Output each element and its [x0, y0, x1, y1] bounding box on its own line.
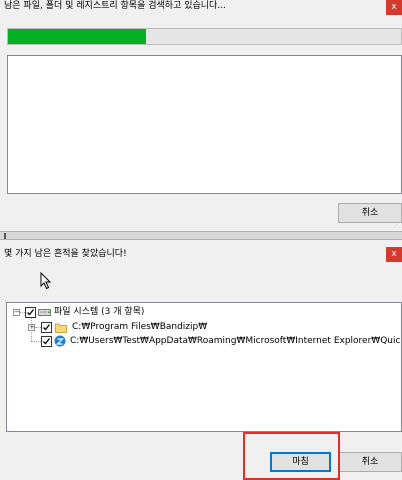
scan-progress-bar	[7, 28, 402, 45]
scan-dialog-title: 남은 파일, 폴더 및 레지스트리 항목을 검색하고 있습니다...	[4, 1, 226, 11]
result-dialog-title: 몇 가지 남은 흔적을 찾았습니다!	[4, 249, 127, 259]
folder-icon	[55, 323, 67, 333]
tree-item-label: C:₩Users₩Test₩AppData₩Roaming₩Microsoft₩…	[70, 336, 402, 346]
item-checkbox[interactable]	[41, 322, 52, 333]
result-dialog-close-button[interactable]: x	[386, 247, 402, 262]
leftover-tree-view[interactable]: − 파일 시스템 (3 개 항목) + C:₩Program Files₩Ban…	[6, 302, 402, 432]
scan-cancel-button[interactable]: 취소	[338, 203, 402, 223]
result-cancel-button[interactable]: 취소	[338, 452, 402, 472]
drive-icon	[38, 309, 51, 316]
item-checkbox[interactable]	[41, 336, 52, 347]
mouse-cursor-icon	[40, 272, 52, 290]
ie-icon	[54, 335, 66, 347]
scan-progress-fill	[8, 29, 146, 44]
tree-line	[31, 341, 41, 342]
expand-toggle-icon[interactable]: +	[28, 324, 35, 331]
root-checkbox[interactable]	[25, 307, 36, 318]
highlight-annotation-box	[243, 432, 340, 480]
scan-log-list[interactable]	[7, 55, 402, 194]
window-divider	[0, 231, 402, 240]
divider-marker	[4, 233, 6, 239]
tree-root-label: 파일 시스템 (3 개 항목)	[54, 307, 145, 317]
tree-item-label: C:₩Program Files₩Bandizip₩	[72, 322, 208, 332]
resize-grip-icon[interactable]: ⋰	[393, 221, 400, 229]
scan-dialog-close-button[interactable]: x	[386, 0, 402, 15]
scan-dialog: 남은 파일, 폴더 및 레지스트리 항목을 검색하고 있습니다... x 취소 …	[0, 0, 402, 231]
collapse-toggle-icon[interactable]: −	[13, 309, 20, 316]
